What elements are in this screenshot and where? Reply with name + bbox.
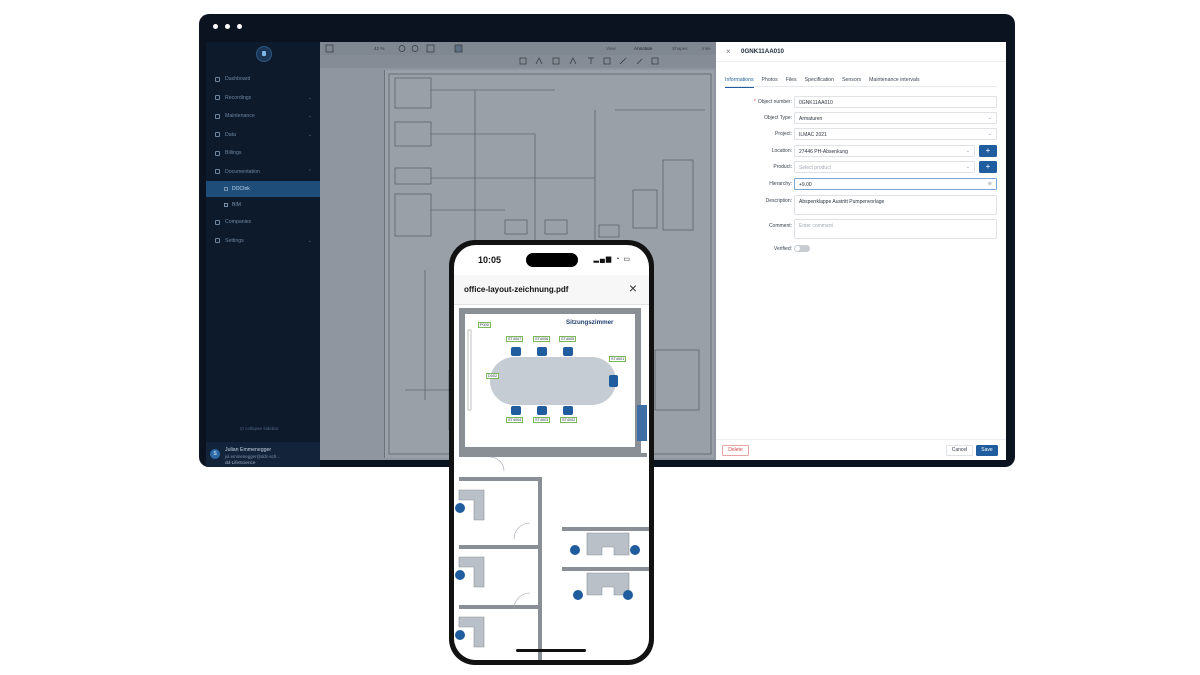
sidebar-item-settings[interactable]: Settings ⌄ — [206, 232, 320, 251]
zoom-level[interactable]: 42 % — [374, 46, 384, 51]
description-field[interactable]: Absperrklappe Austritt Pumpenvorlage — [794, 195, 997, 215]
marketing-stage: Dashboard Recordings ⌄ Maintenance ⌄ Data ⌄… — [0, 0, 1200, 675]
project-label: Project: — [775, 131, 792, 137]
status-time: 10:05 — [478, 255, 502, 265]
sidebar-item-billings[interactable]: Billings — [206, 144, 320, 163]
tab-divider — [725, 86, 997, 87]
tab-shapes[interactable]: Shapes — [672, 46, 688, 51]
document-icon — [215, 132, 220, 138]
add-product-button[interactable]: + — [979, 161, 997, 173]
status-icons: ▂▄▆ ◔ ▭ — [593, 256, 631, 263]
chevron-down-icon: ⌄ — [987, 115, 992, 121]
save-button[interactable]: Save — [976, 445, 998, 456]
close-icon[interactable]: × — [726, 47, 731, 56]
marker-st4003[interactable]: ST4003 — [533, 417, 551, 423]
recordings-icon — [215, 95, 220, 101]
chevron-down-icon: ⌄ — [965, 148, 970, 154]
marker-st4002[interactable]: ST4002 — [560, 417, 578, 423]
product-select[interactable]: Select product ⌄ — [794, 161, 975, 173]
sidebar-item-maintenance[interactable]: Maintenance ⌄ — [206, 107, 320, 126]
panel-header: × 0GNK11AA010 — [716, 42, 1006, 62]
object-number-field[interactable]: 0GNK11AA010 — [794, 96, 997, 108]
room-label: Sitzungszimmer — [566, 319, 614, 326]
panel-footer: Delete Cancel Save — [716, 439, 1006, 460]
cancel-button[interactable]: Cancel — [946, 445, 973, 456]
marker-d002[interactable]: D002 — [486, 373, 500, 379]
clear-icon[interactable]: ⊗ — [988, 181, 992, 187]
marker-st4005[interactable]: ST4005 — [559, 336, 577, 342]
viewer-toolbar: 42 % View Annotate Shapes Inse — [320, 42, 716, 55]
annotation-toolbar — [320, 55, 716, 68]
sidebar-item-documentation[interactable]: Documentation ⌃ — [206, 163, 320, 182]
sidebar-subitem-docink[interactable]: DOCInk — [206, 181, 320, 197]
object-detail-panel: × 0GNK11AA010 Informations Photos Files … — [716, 42, 1006, 460]
panel-title: 0GNK11AA010 — [741, 48, 784, 55]
phone-mockup: 10:05 ▂▄▆ ◔ ▭ office-layout-zeichnung.pd… — [449, 240, 654, 665]
tab-view[interactable]: View — [606, 46, 616, 51]
sidebar-nav: Dashboard Recordings ⌄ Maintenance ⌄ Data ⌄… — [206, 70, 320, 250]
verified-toggle[interactable] — [794, 245, 810, 252]
chevron-down-icon: ⌄ — [307, 94, 312, 101]
home-indicator — [516, 649, 586, 652]
chevron-down-icon: ⌄ — [987, 131, 992, 137]
file-icon — [224, 203, 228, 207]
sidebar-subitem-bim[interactable]: BIM — [206, 197, 320, 213]
delete-button[interactable]: Delete — [722, 445, 749, 456]
gear-icon — [215, 238, 220, 244]
file-icon — [224, 187, 228, 191]
marker-st4007[interactable]: ST4007 — [506, 336, 524, 342]
close-icon[interactable]: × — [629, 280, 637, 296]
object-type-label: Object Type: — [764, 115, 792, 121]
phone-screen: 10:05 ▂▄▆ ◔ ▭ office-layout-zeichnung.pd… — [454, 245, 649, 660]
sidebar: Dashboard Recordings ⌄ Maintenance ⌄ Data ⌄… — [206, 42, 320, 467]
chevron-up-icon: ⌃ — [307, 168, 312, 175]
add-location-button[interactable]: + — [979, 145, 997, 157]
verified-label: Verified: — [773, 246, 792, 252]
comment-label: Comment: — [768, 223, 792, 229]
user-company: dd-LifeScience — [225, 460, 256, 465]
sidebar-item-data[interactable]: Data ⌄ — [206, 126, 320, 145]
app-logo — [256, 46, 272, 62]
marker-st4004[interactable]: ST4004 — [506, 417, 524, 423]
project-select[interactable]: ILMAC 2021 ⌄ — [794, 128, 997, 140]
chevron-down-icon: ⌄ — [965, 164, 970, 170]
sidebar-item-dashboard[interactable]: Dashboard — [206, 70, 320, 89]
chevron-down-icon: ⌄ — [307, 131, 312, 138]
collapse-sidebar-button[interactable]: ⊡ collapse sidebar — [240, 426, 278, 432]
wrench-icon — [215, 113, 220, 119]
book-icon — [215, 169, 220, 175]
user-card[interactable]: S Julian Emmenegger jul.emmenegger@ddc-s… — [206, 442, 320, 467]
floor-plan: Sitzungszimmer P000 ST4007 ST4006 ST4005… — [454, 305, 649, 660]
home-icon — [215, 76, 220, 82]
marker-st4006[interactable]: ST4006 — [533, 336, 551, 342]
building-icon — [215, 219, 220, 225]
document-header: office-layout-zeichnung.pdf × — [454, 275, 649, 305]
location-select[interactable]: 27446 PH-Absenkung ⌄ — [794, 145, 975, 157]
hierarchy-field[interactable]: +9.00 ⊗ — [794, 178, 997, 190]
description-label: Description: — [765, 198, 792, 204]
product-label: Product: — [773, 164, 792, 170]
hierarchy-label: Hierarchy: — [769, 181, 792, 187]
object-type-select[interactable]: Armaturen ⌄ — [794, 112, 997, 124]
billing-icon — [215, 150, 220, 156]
document-title: office-layout-zeichnung.pdf — [464, 285, 569, 294]
comment-field[interactable]: Enter comment — [794, 219, 997, 239]
tab-annotate[interactable]: Annotate — [634, 46, 652, 51]
marker-p000[interactable]: P000 — [478, 322, 491, 328]
tab-insert[interactable]: Inse — [702, 46, 711, 51]
chevron-down-icon: ⌄ — [307, 237, 312, 244]
marker-st4001[interactable]: ST4001 — [609, 356, 627, 362]
user-name: Julian Emmenegger — [225, 447, 272, 453]
window-dots — [213, 24, 242, 29]
chevron-down-icon: ⌄ — [307, 113, 312, 119]
sidebar-item-companies[interactable]: Companies — [206, 213, 320, 232]
dynamic-island — [526, 253, 578, 267]
object-number-label: * Object number: — [753, 99, 792, 105]
user-email: jul.emmenegger@ddc-sch... — [225, 454, 280, 459]
avatar: S — [210, 449, 220, 459]
location-label: Location: — [771, 148, 792, 154]
sidebar-item-recordings[interactable]: Recordings ⌄ — [206, 89, 320, 108]
annotation-tools — [519, 57, 659, 65]
